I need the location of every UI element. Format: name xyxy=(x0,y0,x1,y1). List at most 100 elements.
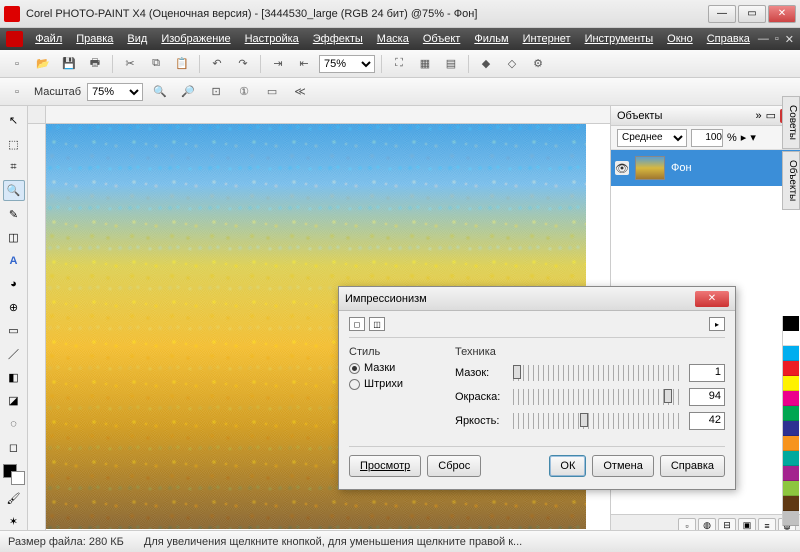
menu-edit[interactable]: Правка xyxy=(70,31,119,47)
menu-object[interactable]: Объект xyxy=(417,31,466,47)
reset-button[interactable]: Сброс xyxy=(427,455,481,477)
menu-adjust[interactable]: Настройка xyxy=(239,31,305,47)
copy-button[interactable]: ⧉ xyxy=(145,53,167,75)
snapping-button[interactable]: ▤ xyxy=(440,53,462,75)
window-maximize-button[interactable]: ▭ xyxy=(738,5,766,23)
palette-swatch[interactable] xyxy=(783,361,799,376)
zoom-input[interactable]: 75% xyxy=(87,83,143,101)
preview-split-icon[interactable]: ◫ xyxy=(369,317,385,331)
window-minimize-button[interactable]: — xyxy=(708,5,736,23)
new-button[interactable]: ▫ xyxy=(6,53,28,75)
dialog-titlebar[interactable]: Импрессионизм ✕ xyxy=(339,287,735,311)
zoom-page-icon[interactable]: ▭ xyxy=(261,81,283,103)
palette-swatch[interactable] xyxy=(783,406,799,421)
ruler-horizontal[interactable] xyxy=(46,106,610,124)
style-shtrikhi-radio[interactable]: Штрихи xyxy=(349,378,439,390)
palette-swatch[interactable] xyxy=(783,451,799,466)
mazok-slider[interactable] xyxy=(513,365,681,381)
rectangle-tool[interactable]: ▭ xyxy=(3,320,25,341)
ok-button[interactable]: ОК xyxy=(549,455,586,477)
palette-swatch[interactable] xyxy=(783,436,799,451)
palette-swatch[interactable] xyxy=(783,466,799,481)
opacity-flyout-icon[interactable]: ▸ xyxy=(741,131,747,144)
redeye-tool[interactable]: ◕ xyxy=(3,273,25,294)
save-button[interactable]: 💾 xyxy=(58,53,80,75)
grid-button[interactable]: ▦ xyxy=(414,53,436,75)
ruler-vertical[interactable] xyxy=(28,124,46,536)
docker-menu-icon[interactable]: ▭ xyxy=(766,109,776,122)
mazok-value[interactable]: 1 xyxy=(689,364,725,382)
zoom-prev-icon[interactable]: ≪ xyxy=(289,81,311,103)
dropshadow-tool[interactable]: ◻ xyxy=(3,437,25,458)
docker-collapse-icon[interactable]: » xyxy=(755,110,761,122)
mdi-close-button[interactable]: ✕ xyxy=(785,33,794,46)
zoom-in-icon[interactable]: 🔍 xyxy=(149,81,171,103)
objects-tab[interactable]: Объекты xyxy=(782,151,800,210)
zoom-fit-icon[interactable]: ⊡ xyxy=(205,81,227,103)
layer-visibility-icon[interactable]: 👁 xyxy=(615,161,629,175)
eraser-tool[interactable]: ◫ xyxy=(3,227,25,248)
style-mazki-radio[interactable]: Мазки xyxy=(349,362,439,374)
export-button[interactable]: ⇤ xyxy=(293,53,315,75)
yarkost-slider[interactable] xyxy=(513,413,681,429)
fullscreen-button[interactable]: ⛶ xyxy=(388,53,410,75)
line-tool[interactable]: ／ xyxy=(3,343,25,364)
palette-swatch[interactable] xyxy=(783,496,799,511)
open-button[interactable]: 📂 xyxy=(32,53,54,75)
eyedropper-tool[interactable]: ✎ xyxy=(3,203,25,224)
menu-tools[interactable]: Инструменты xyxy=(579,31,660,47)
hints-tab[interactable]: Советы xyxy=(782,96,800,149)
blend-mode-select[interactable]: Среднее xyxy=(617,129,687,147)
image-sprayer-tool[interactable]: ✶ xyxy=(3,511,25,532)
zoom-level-select[interactable]: 75% xyxy=(319,55,375,73)
launcher-icon[interactable]: ◆ xyxy=(475,53,497,75)
mdi-restore-button[interactable]: ▫ xyxy=(775,33,779,46)
palette-swatch[interactable] xyxy=(783,346,799,361)
transparency-tool[interactable]: ◌ xyxy=(3,413,25,434)
crop-tool[interactable]: ⌗ xyxy=(3,157,25,178)
cancel-button[interactable]: Отмена xyxy=(592,455,653,477)
zoom-tool[interactable]: 🔍 xyxy=(3,180,25,201)
zoom-out-icon[interactable]: 🔎 xyxy=(177,81,199,103)
menu-view[interactable]: Вид xyxy=(121,31,153,47)
import-button[interactable]: ⇥ xyxy=(267,53,289,75)
menu-effects[interactable]: Эффекты xyxy=(307,31,369,47)
yarkost-value[interactable]: 42 xyxy=(689,412,725,430)
dialog-close-button[interactable]: ✕ xyxy=(695,291,729,307)
menu-internet[interactable]: Интернет xyxy=(517,31,577,47)
mask-overlay-icon[interactable]: ◇ xyxy=(501,53,523,75)
mask-rect-tool[interactable]: ⬚ xyxy=(3,133,25,154)
fill-tool[interactable]: ◧ xyxy=(3,367,25,388)
paint-tool[interactable]: 🖌 xyxy=(3,487,25,508)
palette-swatch[interactable] xyxy=(783,391,799,406)
redo-button[interactable]: ↷ xyxy=(232,53,254,75)
menu-help[interactable]: Справка xyxy=(701,31,756,47)
ruler-origin[interactable] xyxy=(28,106,46,124)
palette-swatch[interactable] xyxy=(783,421,799,436)
preview-single-icon[interactable]: ◻ xyxy=(349,317,365,331)
help-button[interactable]: Справка xyxy=(660,455,725,477)
menu-window[interactable]: Окно xyxy=(661,31,699,47)
palette-swatch[interactable] xyxy=(783,376,799,391)
palette-swatch[interactable] xyxy=(783,331,799,346)
okraska-value[interactable]: 94 xyxy=(689,388,725,406)
menu-image[interactable]: Изображение xyxy=(155,31,236,47)
print-button[interactable]: 🖶 xyxy=(84,53,106,75)
zoom-100-icon[interactable]: ① xyxy=(233,81,255,103)
preview-button[interactable]: Просмотр xyxy=(349,455,421,477)
color-swatches[interactable] xyxy=(3,464,25,485)
pick-tool[interactable]: ↖ xyxy=(3,110,25,131)
preview-flyout-icon[interactable]: ▸ xyxy=(709,317,725,331)
clone-tool[interactable]: ⊕ xyxy=(3,297,25,318)
layer-item[interactable]: 👁 Фон xyxy=(611,150,800,186)
text-tool[interactable]: A xyxy=(3,250,25,271)
mdi-minimize-button[interactable]: — xyxy=(758,33,769,46)
lock-icon[interactable]: ▾ xyxy=(750,131,756,144)
opacity-input[interactable] xyxy=(691,129,723,147)
interactive-fill-tool[interactable]: ◪ xyxy=(3,390,25,411)
prop-icon[interactable]: ▫ xyxy=(6,81,28,103)
palette-swatch[interactable] xyxy=(783,316,799,331)
window-close-button[interactable]: ✕ xyxy=(768,5,796,23)
paste-button[interactable]: 📋 xyxy=(171,53,193,75)
menu-file[interactable]: Файл xyxy=(29,31,68,47)
